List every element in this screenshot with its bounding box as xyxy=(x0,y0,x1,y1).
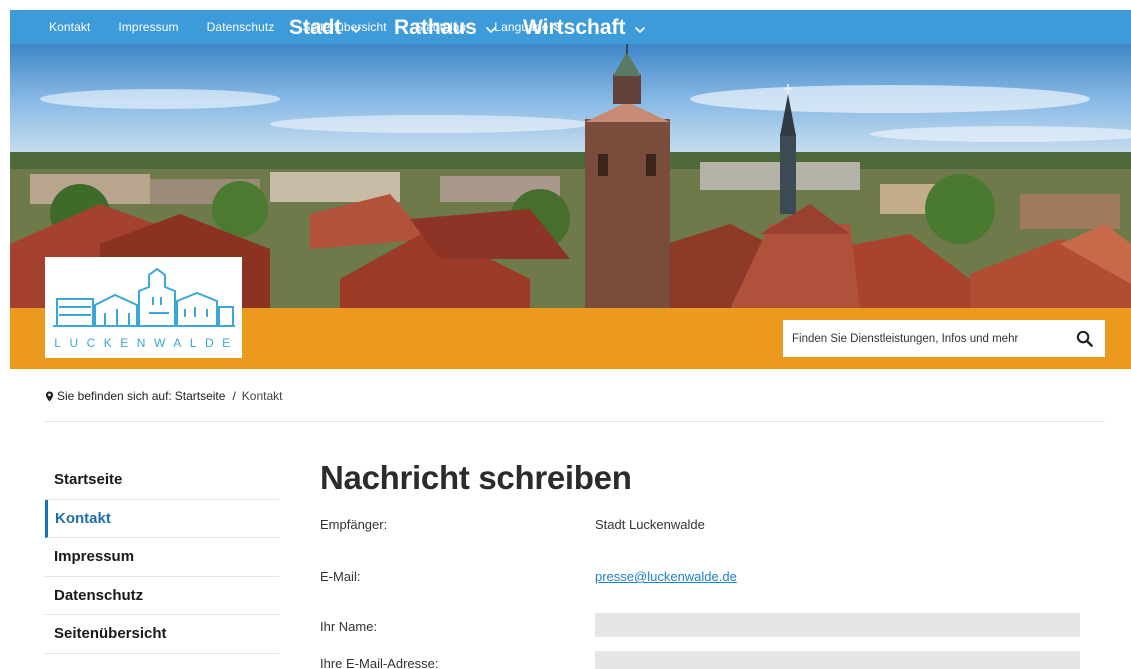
name-label: Ihr Name: xyxy=(320,619,378,634)
topnav-link-kontakt[interactable]: Kontakt xyxy=(49,20,90,34)
sidebar-nav: Startseite Kontakt Impressum Datenschutz… xyxy=(45,461,279,654)
user-email-label: Ihre E-Mail-Adresse: xyxy=(320,656,439,669)
email-label: E-Mail: xyxy=(320,569,361,584)
sidebar-item-datenschutz[interactable]: Datenschutz xyxy=(45,577,279,615)
breadcrumb-home-link[interactable]: Startseite xyxy=(175,389,226,403)
breadcrumb-separator: / xyxy=(232,389,236,403)
site-search xyxy=(783,320,1105,357)
email-link[interactable]: presse@luckenwalde.de xyxy=(595,569,737,584)
recipient-label: Empfänger: xyxy=(320,517,388,532)
user-email-field[interactable] xyxy=(595,651,1080,669)
sidebar-item-seitenuebersicht[interactable]: Seitenübersicht xyxy=(45,615,279,654)
site-logo[interactable]: LUCKENWALDE xyxy=(45,257,242,358)
breadcrumb: Sie befinden sich auf: Startseite / Kont… xyxy=(45,389,283,403)
nav-menu-label: Wirtschaft xyxy=(523,16,626,39)
nav-menu-rathaus[interactable]: Rathaus xyxy=(394,16,497,40)
content-divider xyxy=(45,421,1105,422)
recipient-value: Stadt Luckenwalde xyxy=(595,517,705,532)
city-skyline-logo-icon xyxy=(53,267,235,327)
email-value: presse@luckenwalde.de xyxy=(595,569,737,584)
nav-menu-wirtschaft[interactable]: Wirtschaft xyxy=(523,16,646,40)
search-button[interactable] xyxy=(1064,321,1104,356)
nav-menu-stadt[interactable]: Stadt xyxy=(289,16,362,40)
sidebar-item-kontakt[interactable]: Kontakt xyxy=(45,499,279,538)
topnav-link-impressum[interactable]: Impressum xyxy=(118,20,178,34)
name-field[interactable] xyxy=(595,613,1080,637)
sidebar-item-startseite[interactable]: Startseite xyxy=(45,461,279,500)
chevron-down-icon xyxy=(634,26,645,33)
breadcrumb-prefix: Sie befinden sich auf: xyxy=(57,389,172,403)
sidebar-item-impressum[interactable]: Impressum xyxy=(45,538,279,577)
chevron-down-icon xyxy=(485,26,496,33)
chevron-down-icon xyxy=(350,26,361,33)
logo-wordmark: LUCKENWALDE xyxy=(54,336,239,350)
map-marker-icon xyxy=(45,391,54,401)
nav-menu-label: Rathaus xyxy=(394,16,477,39)
search-input[interactable] xyxy=(784,321,1064,356)
breadcrumb-current: Kontakt xyxy=(241,389,283,403)
search-icon xyxy=(1076,330,1093,347)
page-title: Nachricht schreiben xyxy=(320,459,632,496)
nav-menu-label: Stadt xyxy=(289,16,342,39)
topnav-link-datenschutz[interactable]: Datenschutz xyxy=(207,20,275,34)
